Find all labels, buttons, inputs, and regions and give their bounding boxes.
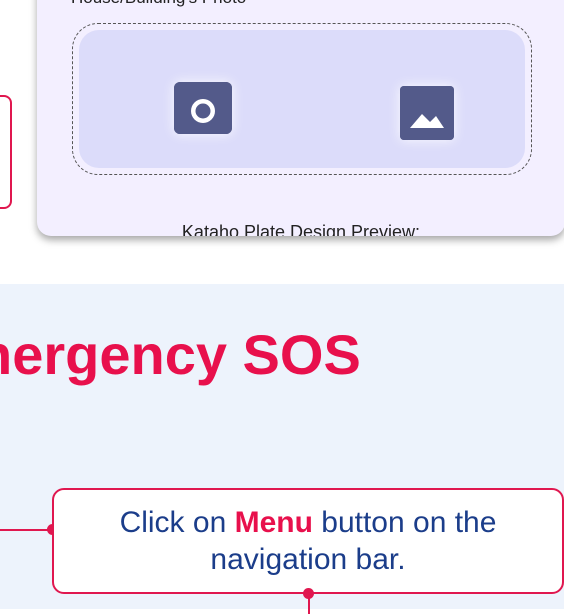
instruction-suffix: button on the — [312, 505, 497, 539]
instruction-highlight: Menu — [234, 505, 313, 539]
photo-field-label: House/Building's Photo — [71, 0, 246, 8]
screenshot-top-area: House/Building's Photo — [0, 0, 564, 284]
left-callout-border — [0, 95, 12, 209]
section-title: nergency SOS — [0, 323, 361, 386]
camera-button[interactable] — [174, 80, 232, 134]
callout-pointer-dot — [303, 588, 314, 599]
tutorial-section: nergency SOS Click on Menu button on the… — [0, 284, 564, 614]
instruction-line2: navigation bar. — [210, 543, 406, 576]
instruction-text: Click on Menu button on the navigation b… — [120, 504, 497, 579]
phone-screen-card: House/Building's Photo — [37, 0, 564, 236]
photo-upload-inner — [79, 30, 525, 168]
photo-upload-area[interactable] — [72, 23, 532, 175]
design-preview-label: Kataho Plate Design Preview: — [181, 222, 421, 236]
camera-icon — [174, 80, 232, 138]
instruction-prefix: Click on — [119, 505, 235, 539]
instruction-callout: Click on Menu button on the navigation b… — [52, 488, 564, 594]
gallery-button[interactable] — [400, 86, 454, 140]
image-gallery-icon — [400, 86, 454, 144]
callout-connector-line — [0, 529, 52, 531]
